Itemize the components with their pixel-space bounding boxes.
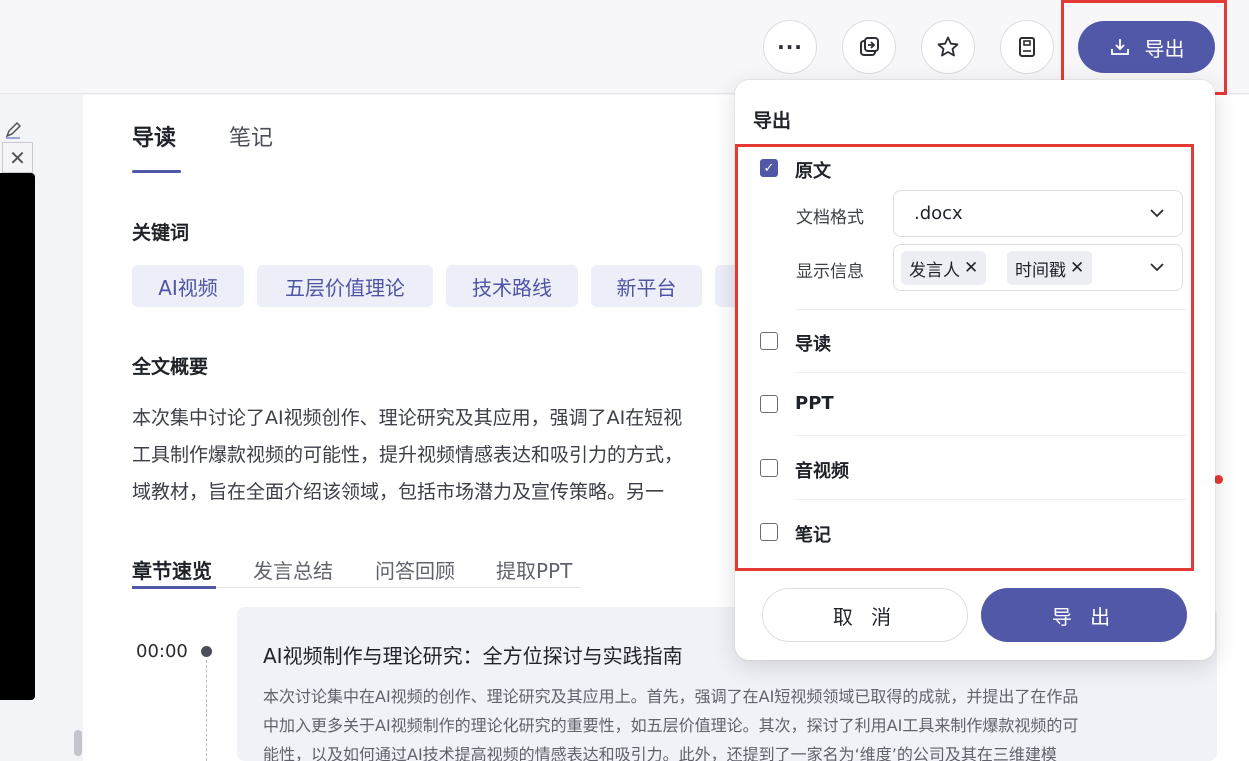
summary-title: 全文概要 <box>132 356 209 378</box>
save-icon <box>1019 37 1035 57</box>
more-button[interactable]: ··· <box>763 20 817 74</box>
ppt-checkbox[interactable] <box>760 395 778 413</box>
chapter-timestamp[interactable]: 00:00 <box>136 641 188 662</box>
chapter-title: AI视频制作与理论研究：全方位探讨与实践指南 <box>263 644 683 668</box>
chapter-text-line: 中加入更多关于AI视频制作的理论化研究的重要性，如五层价值理论。其次，探讨了利用… <box>263 716 1079 735</box>
guide-checkbox[interactable] <box>760 332 778 350</box>
share-icon <box>860 37 879 56</box>
subtab-active-indicator <box>132 586 216 589</box>
divider <box>795 435 1187 436</box>
summary-line: 本次集中讨论了AI视频创作、理论研究及其应用，强调了AI在短视 <box>132 407 683 429</box>
subtab-chapters[interactable]: 章节速览 <box>132 555 212 584</box>
more-icon: ··· <box>777 35 803 59</box>
guide-option-label: 导读 <box>795 334 831 355</box>
tag-label: 发言人 <box>909 260 960 281</box>
keywords-title: 关键词 <box>132 222 190 244</box>
star-icon <box>937 36 959 57</box>
format-value: .docx <box>914 203 963 224</box>
divider <box>795 499 1187 500</box>
summary-line: 域教材，旨在全面介绍该领域，包括市场潜力及宣传策略。另一 <box>132 481 665 503</box>
display-info-select[interactable]: 发言人 ✕ 时间戳 ✕ <box>893 244 1183 291</box>
chapter-text-line: 能性，以及如何通过AI技术提高视频的情感表达和吸引力。此外，还提到了一家名为‘维… <box>263 745 1057 761</box>
chapter-text-line: 本次讨论集中在AI视频的创作、理论研究及其应用上。首先，强调了在AI短视频领域已… <box>263 687 1079 706</box>
format-select[interactable]: .docx <box>893 190 1183 237</box>
scrollbar-handle[interactable] <box>74 730 82 756</box>
summary-line: 工具制作爆款视频的可能性，提升视频情感表达和吸引力的方式， <box>132 444 684 466</box>
export-button-label: 导出 <box>1144 36 1185 61</box>
subtab-speaker-summary[interactable]: 发言总结 <box>253 555 333 584</box>
notes-checkbox[interactable] <box>760 523 778 541</box>
format-label: 文档格式 <box>796 208 864 228</box>
subtab-qa-review[interactable]: 问答回顾 <box>375 555 455 584</box>
tag-speaker[interactable]: 发言人 ✕ <box>901 251 987 285</box>
export-popup-title: 导出 <box>753 110 792 132</box>
tab-guide[interactable]: 导读 <box>132 120 176 152</box>
cancel-button[interactable]: 取 消 <box>762 588 968 642</box>
check-icon: ✓ <box>763 160 775 176</box>
media-checkbox[interactable] <box>760 459 778 477</box>
confirm-export-button[interactable]: 导 出 <box>981 588 1187 642</box>
tag-timestamp[interactable]: 时间戳 ✕ <box>1007 251 1093 285</box>
close-video-button[interactable]: ✕ <box>2 142 33 173</box>
save-button[interactable] <box>1000 20 1054 74</box>
timeline-line <box>206 660 207 761</box>
remove-tag-icon[interactable]: ✕ <box>1070 258 1084 278</box>
divider <box>795 309 1187 310</box>
download-icon <box>1110 39 1129 55</box>
tab-active-indicator <box>132 170 181 173</box>
chevron-down-icon <box>1150 263 1164 272</box>
favorite-button[interactable] <box>921 20 975 74</box>
display-info-label: 显示信息 <box>796 262 864 282</box>
tab-notes[interactable]: 笔记 <box>229 120 273 152</box>
edit-icon[interactable] <box>4 120 24 140</box>
notification-dot <box>1214 475 1223 484</box>
share-button[interactable] <box>842 20 896 74</box>
timeline-dot <box>201 646 212 657</box>
keyword-chip[interactable]: 五层价值理论 <box>257 265 433 307</box>
keyword-chip[interactable]: AI视频 <box>132 265 244 307</box>
remove-tag-icon[interactable]: ✕ <box>964 258 978 278</box>
divider <box>795 372 1187 373</box>
ppt-option-label: PPT <box>795 393 834 414</box>
media-option-label: 音视频 <box>795 461 849 482</box>
original-label: 原文 <box>795 161 831 182</box>
keyword-chip[interactable]: 新平台 <box>591 265 702 307</box>
video-player[interactable] <box>0 173 35 700</box>
subtab-extract-ppt[interactable]: 提取PPT <box>496 555 572 584</box>
close-icon: ✕ <box>9 145 26 170</box>
chevron-down-icon <box>1150 209 1164 218</box>
keyword-chip[interactable]: 技术路线 <box>446 265 578 307</box>
original-checkbox[interactable]: ✓ <box>760 159 778 177</box>
export-button[interactable]: 导出 <box>1078 21 1215 73</box>
tag-label: 时间戳 <box>1015 260 1066 281</box>
notes-option-label: 笔记 <box>795 525 831 546</box>
